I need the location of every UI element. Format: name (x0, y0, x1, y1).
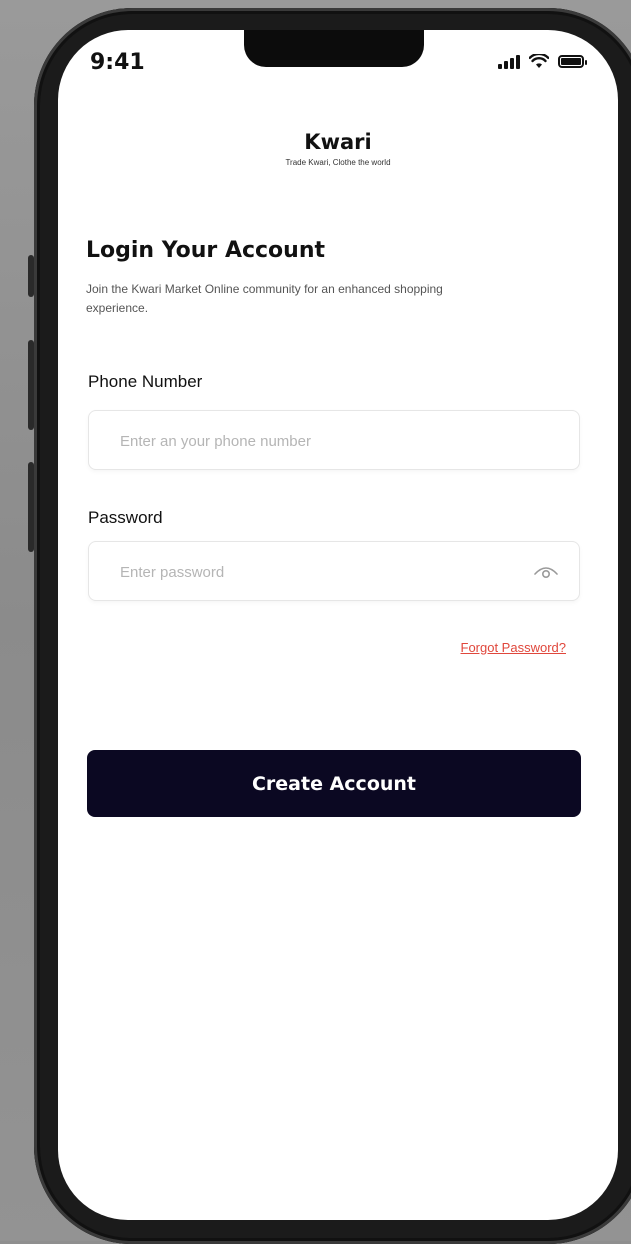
battery-icon (558, 55, 587, 68)
app-screen: 9:41 Kwari Trade Kwari, Clothe the world… (58, 30, 618, 1220)
side-button-volume-down (28, 462, 34, 552)
create-account-button[interactable]: Create Account (87, 750, 581, 817)
page-subtitle: Join the Kwari Market Online community f… (86, 282, 443, 315)
password-field[interactable] (88, 541, 580, 602)
page-title: Login Your Account (86, 238, 326, 263)
phone-number-label: Phone Number (88, 372, 203, 391)
password-label: Password (88, 508, 163, 527)
phone-number-input[interactable] (118, 411, 522, 471)
brand-tagline: Trade Kwari, Clothe the world (285, 158, 391, 167)
phone-number-field[interactable] (88, 410, 580, 471)
notch (244, 30, 424, 67)
forgot-password-link[interactable]: Forgot Password? (461, 640, 567, 655)
signal-icon (498, 54, 520, 69)
eye-icon[interactable] (533, 562, 559, 580)
wifi-icon (529, 54, 549, 68)
brand-title: Kwari (304, 130, 372, 154)
password-input[interactable] (118, 542, 522, 602)
side-button-mute (28, 255, 34, 297)
side-button-volume-up (28, 340, 34, 430)
status-icons (498, 54, 587, 69)
status-time: 9:41 (90, 50, 145, 75)
brand-header: Kwari Trade Kwari, Clothe the world (58, 130, 618, 167)
